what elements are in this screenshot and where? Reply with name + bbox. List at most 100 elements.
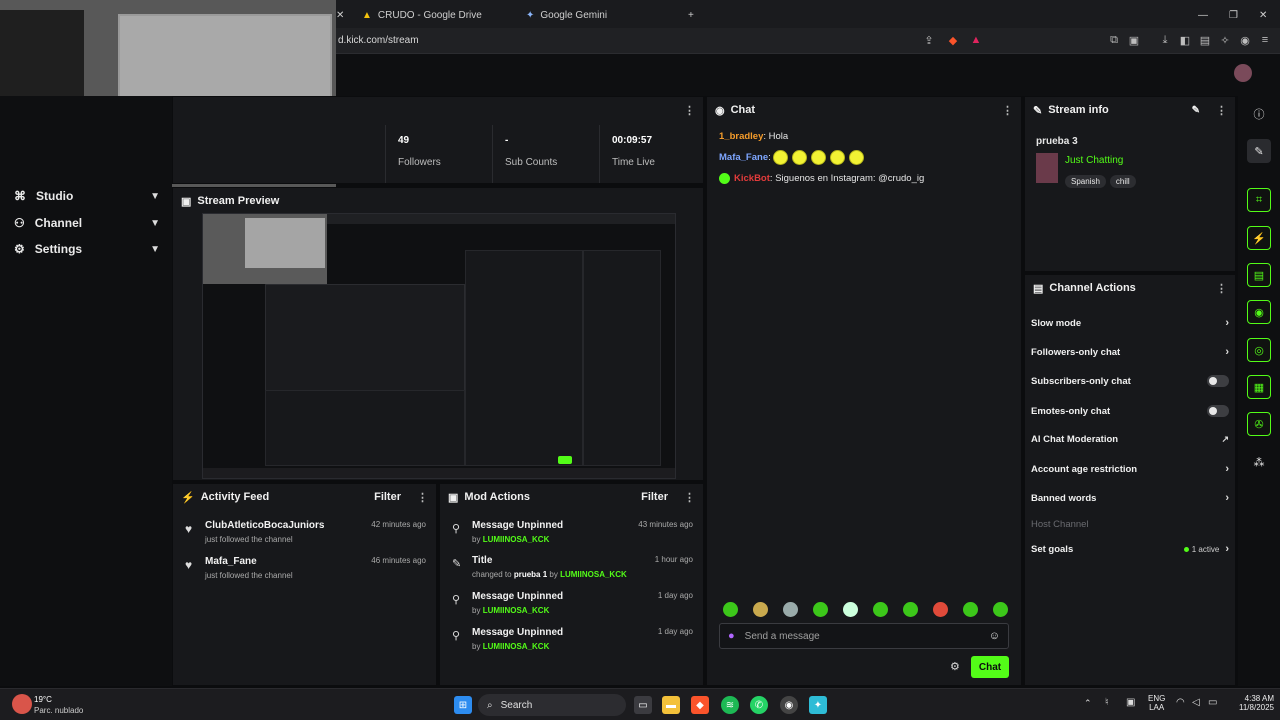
- send-chat-button[interactable]: Chat: [971, 656, 1009, 678]
- emote-button[interactable]: [783, 602, 798, 617]
- download-icon[interactable]: ⤓: [1158, 34, 1172, 47]
- action-slow-mode[interactable]: Slow mode ›: [1031, 317, 1229, 329]
- language-indicator[interactable]: ENG LAA: [1148, 694, 1165, 712]
- more-options-icon[interactable]: ⋮: [1216, 282, 1227, 295]
- clip-icon[interactable]: ⌗: [1247, 188, 1271, 212]
- list-item: ✎ Title changed to prueba 1 by LUMIINOSA…: [452, 555, 693, 579]
- more-options-icon[interactable]: ⋮: [417, 491, 428, 504]
- pencil-icon[interactable]: ✎: [1247, 139, 1271, 163]
- wrench-icon[interactable]: ✇: [1247, 412, 1271, 436]
- app-icon[interactable]: ✦: [809, 696, 827, 714]
- drive-icon: ▲: [362, 9, 372, 21]
- url-field[interactable]: d.kick.com/stream: [338, 35, 419, 46]
- windows-start-icon[interactable]: ⊞: [454, 696, 472, 714]
- brave-browser-icon[interactable]: ◆: [691, 696, 709, 714]
- emote-button[interactable]: [963, 602, 978, 617]
- filter-button[interactable]: Filter: [374, 491, 401, 503]
- obs-icon[interactable]: ◉: [780, 696, 798, 714]
- stream-preview-video[interactable]: [202, 213, 676, 479]
- vpn-icon[interactable]: ◉: [1238, 34, 1252, 47]
- microphone-icon[interactable]: ●: [728, 630, 735, 642]
- preview-feeds: [265, 390, 465, 466]
- whatsapp-icon[interactable]: ✆: [750, 696, 768, 714]
- sidebar-item-studio[interactable]: ⌘ Studio ▼: [14, 189, 160, 203]
- emote-button[interactable]: [903, 602, 918, 617]
- microphone-tray-icon[interactable]: ♮: [1105, 697, 1109, 708]
- emote-button[interactable]: [843, 602, 858, 617]
- stat-time-live: 00:09:57 Time Live: [599, 125, 705, 183]
- emote-button[interactable]: [993, 602, 1008, 617]
- gemini-icon: ✦: [526, 9, 535, 21]
- battery-icon[interactable]: ▭: [1208, 697, 1217, 708]
- menu-icon[interactable]: ≡: [1258, 34, 1272, 46]
- minimize-button[interactable]: —: [1198, 4, 1208, 26]
- more-options-icon[interactable]: ⋮: [684, 104, 695, 117]
- document-icon[interactable]: ▤: [1247, 263, 1271, 287]
- tray-app-icon[interactable]: ▣: [1126, 697, 1135, 708]
- taskbar-search[interactable]: ⌕ Search: [478, 694, 626, 716]
- subscribers-only-toggle[interactable]: [1207, 375, 1229, 387]
- bolt-icon: ⚡: [181, 491, 195, 504]
- window-close-button[interactable]: ✕: [1259, 4, 1267, 26]
- tab-google-gemini[interactable]: ✦ Google Gemini: [526, 4, 676, 26]
- emotes-only-toggle[interactable]: [1207, 405, 1229, 417]
- share-icon[interactable]: ⇪: [922, 34, 936, 47]
- weather-icon[interactable]: [12, 694, 32, 714]
- filter-button[interactable]: Filter: [641, 491, 668, 503]
- new-tab-button[interactable]: +: [688, 4, 694, 26]
- emote-button[interactable]: [753, 602, 768, 617]
- wifi-icon[interactable]: ◠: [1176, 697, 1185, 708]
- more-tools-icon[interactable]: ⁂: [1247, 450, 1271, 474]
- shield-icon: ▣: [448, 491, 459, 504]
- chat-input[interactable]: ● Send a message ☺: [719, 623, 1009, 649]
- action-ai-chat-moderation[interactable]: AI Chat Moderation ↗: [1031, 434, 1229, 445]
- chat-bubble-icon[interactable]: ◉: [1247, 300, 1271, 324]
- action-banned-words[interactable]: Banned words ›: [1031, 492, 1229, 504]
- file-explorer-icon[interactable]: ▬: [662, 696, 680, 714]
- chevron-right-icon: ›: [1225, 492, 1229, 504]
- task-view-icon[interactable]: ▭: [634, 696, 652, 714]
- chat-settings-icon[interactable]: ⚙: [950, 660, 960, 673]
- emoji-picker-icon[interactable]: ☺: [989, 630, 1000, 642]
- emote-button[interactable]: [873, 602, 888, 617]
- action-account-age-restriction[interactable]: Account age restriction ›: [1031, 463, 1229, 475]
- screenshot-icon[interactable]: ▣: [1127, 34, 1141, 47]
- brave-rewards-icon[interactable]: ▲: [969, 34, 983, 46]
- category-name[interactable]: Just Chatting: [1065, 155, 1123, 166]
- bolt-icon[interactable]: ⚡: [1247, 226, 1271, 250]
- tray-chevron-icon[interactable]: ⌃: [1084, 698, 1092, 709]
- stream-info-panel: ✎ Stream info ✎ ⋮ prueba 3 Just Chatting…: [1024, 96, 1236, 272]
- edit-icon[interactable]: ✎: [1192, 105, 1200, 116]
- more-options-icon[interactable]: ⋮: [1216, 104, 1227, 117]
- emote: [849, 150, 865, 165]
- preview-chat: [465, 250, 583, 466]
- extensions-icon[interactable]: ⧉: [1107, 34, 1121, 47]
- goals-status: 1 active: [1183, 545, 1219, 554]
- volume-icon[interactable]: ◁: [1192, 697, 1200, 708]
- info-icon[interactable]: ⓘ: [1247, 102, 1271, 126]
- tab-close-icon[interactable]: ✕: [336, 4, 344, 26]
- sidebar-item-channel[interactable]: ⚇ Channel ▼: [14, 216, 160, 230]
- action-followers-only-chat[interactable]: Followers-only chat ›: [1031, 346, 1229, 358]
- more-options-icon[interactable]: ⋮: [684, 491, 695, 504]
- clock[interactable]: 4:38 AM 11/8/2025: [1222, 694, 1274, 712]
- more-options-icon[interactable]: ⋮: [1002, 104, 1013, 117]
- sidebar-item-settings[interactable]: ⚙ Settings ▼: [14, 242, 160, 256]
- taskbar: 19°C Parc. nublado ⊞ ⌕ Search ▭ ▬ ◆ ≋ ✆ …: [0, 688, 1280, 720]
- chevron-right-icon: ›: [1225, 317, 1229, 329]
- action-set-goals[interactable]: Set goals 1 active ›: [1031, 543, 1229, 555]
- verified-badge-icon: [719, 173, 730, 184]
- sidebar-toggle-icon[interactable]: ◧: [1178, 34, 1192, 47]
- emote-button[interactable]: [933, 602, 948, 617]
- leo-ai-icon[interactable]: ✧: [1218, 34, 1232, 47]
- emote-button[interactable]: [813, 602, 828, 617]
- tab-google-drive[interactable]: ▲ CRUDO - Google Drive: [362, 4, 512, 26]
- maximize-button[interactable]: ❐: [1229, 4, 1238, 26]
- brave-shield-icon[interactable]: ◆: [946, 34, 960, 47]
- emote-button[interactable]: [723, 602, 738, 617]
- broadcast-icon[interactable]: ◎: [1247, 338, 1271, 362]
- avatar[interactable]: [1234, 64, 1252, 82]
- layout-icon[interactable]: ▦: [1247, 375, 1271, 399]
- spotify-icon[interactable]: ≋: [721, 696, 739, 714]
- wallet-icon[interactable]: ▤: [1198, 34, 1212, 47]
